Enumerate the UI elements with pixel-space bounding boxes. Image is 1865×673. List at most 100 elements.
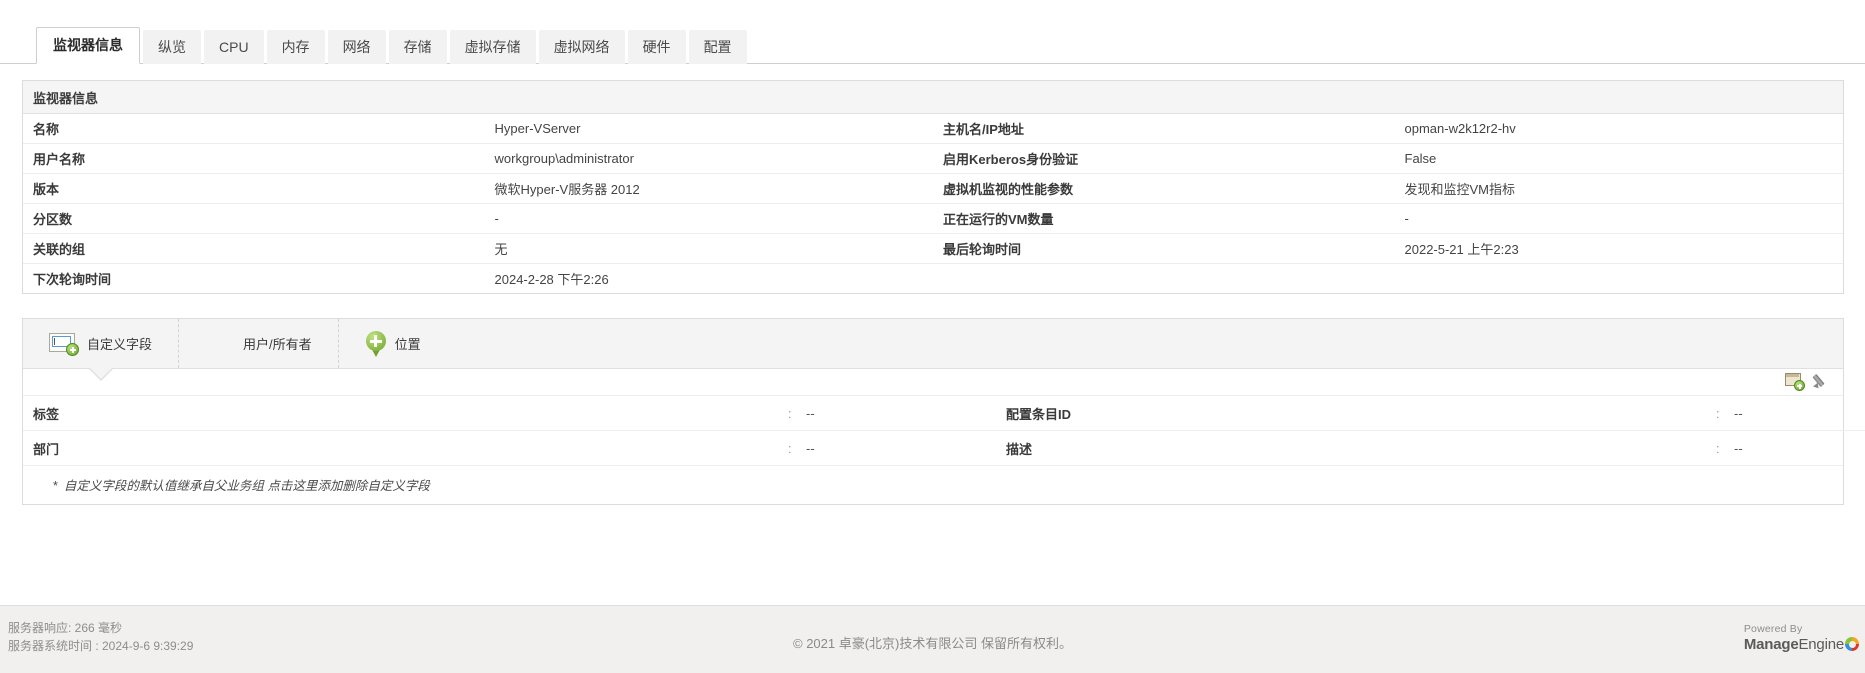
table-row: 分区数 - 正在运行的VM数量 - [23,203,1843,234]
row-label: 启用Kerberos身份验证 [932,143,1395,174]
custom-fields-actions [23,369,1843,396]
tab-label: 虚拟网络 [553,39,610,55]
row-separator: : [1716,405,1720,421]
custom-fields-table: 标签 : -- 配置条目ID : -- 部门 : -- 描述 : -- [23,396,1865,465]
main-tabstrip: 监视器信息 纵览 CPU 内存 网络 存储 虚拟存储 虚拟网络 硬件 配置 [0,22,1865,64]
add-custom-field-icon[interactable] [1785,373,1805,391]
tab-monitor-info[interactable]: 监视器信息 [36,27,140,64]
row-label: 正在运行的VM数量 [932,203,1395,234]
edit-icon[interactable] [1812,372,1831,391]
tab-overview[interactable]: 纵览 [143,30,201,64]
page-footer: 服务器响应: 266 毫秒 服务器系统时间 : 2024-9-6 9:39:29… [0,605,1865,673]
tab-label: CPU [219,39,249,55]
manageengine-swirl-icon [1845,637,1859,652]
row-value: - [484,203,933,234]
footer-copyright: © 2021 卓豪(北京)技术有限公司 保留所有权利。 [793,636,1072,651]
powered-by-manageengine: Powered By ManageEngine [1743,623,1859,653]
spacer [328,430,778,465]
cftab-label: 位置 [394,337,421,352]
row-value: 2024-2-28 下午2:26 [484,263,933,293]
row-value: - [1394,203,1843,234]
note-star: * [53,479,58,493]
row-label: 主机名/IP地址 [942,122,1024,137]
row-value: opman-w2k12r2-hv [1404,121,1516,136]
tab-cpu[interactable]: CPU [204,30,264,64]
tab-label: 存储 [403,39,432,55]
row-label: 关联的组 [23,233,485,264]
cftab-label: 用户/所有者 [243,337,312,352]
custom-fields-box: 自定义字段 用户/所有者 位置 标签: -- 配置条目ID: -- 部门:… [22,318,1865,505]
row-label: 用户名称 [23,143,485,174]
row-label [932,263,1395,293]
row-label: 描述 [996,430,1456,465]
row-value: 2022-5-21 上午2:23 [1394,233,1843,264]
row-value: -- [1724,430,1865,465]
monitor-info-table: 名称 Hyper-VServer 主机名/IP地址 opman-w2k12r2-… [23,114,1843,293]
custom-fields-note: * 自定义字段的默认值继承自父业务组 点击这里添加删除自定义字段 [23,465,1843,504]
row-label: 分区数 [23,203,485,234]
cftab-users-owners[interactable]: 用户/所有者 [179,319,339,368]
tab-hardware[interactable]: 硬件 [627,30,686,64]
brand-light: Engine [1798,636,1844,654]
tab-label: 内存 [281,39,310,55]
cftab-location[interactable]: 位置 [339,319,447,368]
tab-configuration[interactable]: 配置 [688,30,747,64]
page-root: 监视器信息 纵览 CPU 内存 网络 存储 虚拟存储 虚拟网络 硬件 配置 监视… [0,0,1865,673]
row-value: -- [1734,405,1743,421]
monitor-info-panel: 监视器信息 名称 Hyper-VServer 主机名/IP地址 opman-w2… [22,80,1844,294]
row-label: 标签 [33,406,60,422]
table-row: 名称 Hyper-VServer 主机名/IP地址 opman-w2k12r2-… [23,114,1843,144]
tab-label: 硬件 [642,39,671,55]
powered-by-label: Powered By [1743,623,1803,635]
custom-fields-tabs: 自定义字段 用户/所有者 位置 [23,319,1843,381]
row-value: -- [806,405,815,421]
tab-label: 监视器信息 [53,37,123,53]
table-row: 版本 微软Hyper-V服务器 2012 虚拟机监视的性能参数 发现和监控VM指… [23,173,1843,204]
row-label: 下次轮询时间 [23,263,485,293]
row-separator: : [788,405,792,421]
row-value: 发现和监控VM指标 [1394,173,1843,204]
row-value: 微软Hyper-V服务器 2012 [484,173,933,204]
row-value: workgroup\administrator [484,143,933,174]
row-label: 配置条目ID [1006,406,1072,422]
row-label: 名称 [33,122,60,137]
row-value: False [1394,143,1843,174]
cftab-label: 自定义字段 [87,337,153,352]
row-separator: : [1706,430,1724,465]
panel-title: 监视器信息 [23,81,1843,114]
tab-memory[interactable]: 内存 [266,30,325,64]
main-tabs: 监视器信息 纵览 CPU 内存 网络 存储 虚拟存储 虚拟网络 硬件 配置 [36,27,747,64]
row-label: 虚拟机监视的性能参数 [932,173,1395,204]
row-label: 部门 [23,430,328,465]
brand-bold: Manage [1743,636,1799,654]
row-separator: : [778,430,796,465]
custom-field-icon [49,332,79,356]
spacer [1456,430,1706,465]
row-label: 最后轮询时间 [932,233,1395,264]
row-value: 无 [484,233,933,264]
table-row: 用户名称 workgroup\administrator 启用Kerberos身… [23,143,1843,174]
row-value: -- [796,430,996,465]
cftab-custom-fields[interactable]: 自定义字段 [23,319,180,381]
manageengine-logo: ManageEngine [1744,635,1859,653]
tab-network[interactable]: 网络 [327,30,386,64]
location-pin-icon [365,330,387,357]
tab-label: 网络 [342,39,371,55]
users-icon [205,332,235,356]
table-row: 部门 : -- 描述 : -- [23,430,1865,465]
table-row: 下次轮询时间 2024-2-28 下午2:26 [23,263,1843,293]
row-value [1394,263,1843,293]
note-link[interactable]: 自定义字段的默认值继承自父业务组 点击这里添加删除自定义字段 [64,479,430,493]
spacer [1456,396,1706,431]
tab-virtual-network[interactable]: 虚拟网络 [538,30,625,64]
tab-virtual-storage[interactable]: 虚拟存储 [449,30,536,64]
table-row: 关联的组 无 最后轮询时间 2022-5-21 上午2:23 [23,233,1843,264]
row-label: 版本 [23,173,485,204]
tab-label: 配置 [703,39,732,55]
row-value: Hyper-VServer [494,121,581,136]
table-row: 标签 : -- 配置条目ID : -- [23,396,1865,431]
tab-label: 虚拟存储 [464,39,521,55]
tab-storage[interactable]: 存储 [388,30,447,64]
spacer [328,396,778,431]
tab-label: 纵览 [158,39,186,55]
